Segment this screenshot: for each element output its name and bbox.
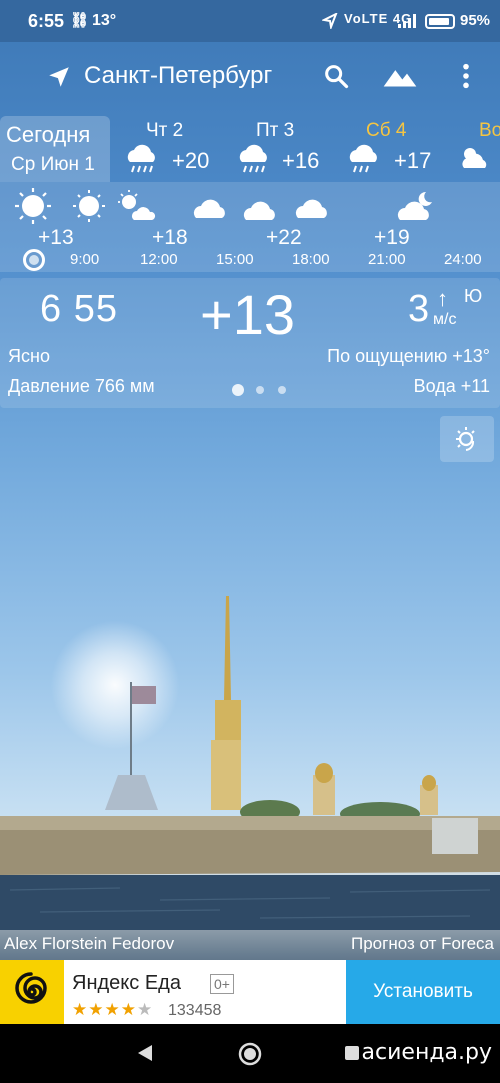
- background-photo: [0, 596, 500, 930]
- tab-label: Чт 2: [146, 120, 184, 141]
- back-icon[interactable]: [136, 1044, 154, 1062]
- hourly-temp: +18: [152, 226, 188, 249]
- current-hour-indicator: [23, 249, 45, 271]
- hourly-time: 18:00: [292, 251, 330, 268]
- site-watermark: асиенда.ру: [361, 1040, 492, 1065]
- yandex-eda-logo: [0, 960, 64, 1024]
- install-button[interactable]: Установить: [346, 960, 500, 1024]
- tab-label: Во: [479, 120, 500, 141]
- more-menu-icon[interactable]: [452, 62, 480, 90]
- page-dot: [256, 386, 264, 394]
- tab-temp: +16: [282, 148, 320, 173]
- feels-like: По ощущению +13°: [327, 346, 490, 366]
- star-rating: ★★★★★: [72, 1000, 154, 1019]
- tab-label: Сб 4: [366, 120, 407, 141]
- cloud-icon: [243, 201, 275, 220]
- hourly-time: 21:00: [368, 251, 406, 268]
- rain-cloud-icon: [127, 144, 155, 173]
- wind-unit: м/с: [433, 311, 457, 328]
- wind-arrow-icon: ↑: [437, 286, 448, 311]
- tab-today-label: Сегодня: [6, 122, 91, 147]
- tab-today-date: Ср Июн 1: [11, 154, 95, 175]
- pressure: Давление 766 мм: [8, 376, 155, 396]
- wind-speed: 3: [408, 288, 430, 330]
- cloud-icon: [193, 199, 225, 218]
- toolbar: Санкт-Петербург: [0, 42, 500, 112]
- city-name[interactable]: Санкт-Петербург: [84, 62, 272, 90]
- status-temp: 13°: [92, 12, 117, 29]
- current-temp: +13: [200, 283, 295, 346]
- recents-icon[interactable]: [344, 1045, 360, 1061]
- day-tabs: Сегодня Ср Июн 1 Чт 2 +20 Пт 3 +16 Сб 4 …: [0, 116, 500, 182]
- clock: 6 55: [40, 288, 118, 330]
- tab-temp: +17: [394, 148, 432, 173]
- hourly-time: 12:00: [140, 251, 178, 268]
- forecast-credit[interactable]: Прогноз от Foreca: [351, 934, 494, 954]
- rain-cloud-icon: [239, 144, 267, 173]
- page-dot: [232, 384, 244, 396]
- battery-percent: 95%: [460, 12, 491, 29]
- status-bar: 6:55 ⛓ 13° VoLTE 4G 95%: [0, 0, 500, 42]
- rating-count: 133458: [168, 1002, 222, 1019]
- brightness-icon: [456, 427, 475, 451]
- moon-cloud-icon: [397, 191, 432, 220]
- age-rating: 0+: [210, 974, 234, 994]
- hourly-time: 15:00: [216, 251, 254, 268]
- status-time: 6:55: [28, 11, 65, 31]
- tab-temp: +20: [172, 148, 210, 173]
- theme-toggle-button[interactable]: [440, 416, 494, 462]
- rain-cloud-icon: [349, 144, 377, 173]
- tab-thursday[interactable]: Чт 2 +20: [118, 116, 222, 182]
- cloud-icon: [295, 199, 327, 218]
- search-icon[interactable]: [322, 62, 350, 90]
- signal-icon: [398, 14, 416, 28]
- spiral-icon: [15, 972, 47, 1004]
- current-weather-panel[interactable]: 6 55 +13 3 ↑ Ю м/с Ясно По ощущению +13°…: [0, 278, 500, 408]
- ad-title: Яндекс Еда: [72, 972, 181, 994]
- photo-credit[interactable]: Alex Florstein Fedorov: [4, 934, 174, 954]
- tab-friday[interactable]: Пт 3 +16: [230, 116, 334, 182]
- hourly-time: 24:00: [444, 251, 482, 268]
- navigation-icon: [322, 13, 338, 29]
- partly-cloudy-icon: [462, 148, 487, 168]
- tab-label: Пт 3: [256, 120, 295, 141]
- hourly-time: 9:00: [70, 251, 100, 268]
- water-temp: Вода +11: [413, 376, 490, 396]
- hourly-forecast: +13 +18 +22 +19 9:00 12:00 15:00 18:00 2…: [0, 182, 500, 272]
- sun-icon: [73, 190, 105, 222]
- battery-icon: [425, 14, 455, 29]
- condition: Ясно: [8, 346, 50, 366]
- tab-sunday[interactable]: Во: [454, 116, 500, 182]
- wind-direction: Ю: [464, 286, 483, 306]
- location-arrow-icon[interactable]: [46, 64, 72, 90]
- sun-icon: [15, 188, 51, 224]
- link-icon: ⛓: [70, 12, 90, 29]
- page-dot: [278, 386, 286, 394]
- hourly-temp: +13: [38, 226, 74, 249]
- hourly-temp: +22: [266, 226, 302, 249]
- ad-banner[interactable]: Яндекс Еда 0+ ★★★★★ 133458 Установить: [0, 960, 500, 1024]
- tab-today[interactable]: Сегодня Ср Июн 1: [0, 116, 110, 182]
- navigation-bar: асиенда.ру: [0, 1024, 500, 1083]
- hourly-temp: +19: [374, 226, 410, 249]
- landscape-icon[interactable]: [382, 62, 418, 90]
- tab-saturday[interactable]: Сб 4 +17: [342, 116, 446, 182]
- sun-cloud-icon: [118, 190, 156, 220]
- home-icon[interactable]: [238, 1042, 262, 1066]
